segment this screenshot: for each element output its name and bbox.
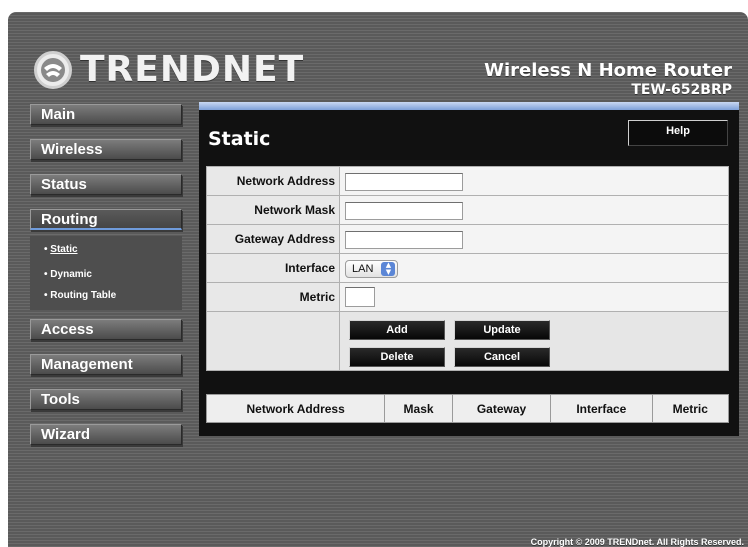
bullet-icon: • — [44, 244, 48, 255]
nav-wizard[interactable]: Wizard — [30, 424, 182, 445]
page-title: Static — [208, 128, 271, 150]
update-button[interactable]: Update — [454, 320, 550, 340]
metric-input[interactable] — [345, 287, 375, 308]
network-mask-input[interactable] — [345, 201, 463, 220]
interface-select[interactable]: LAN ▲ ▼ — [345, 259, 399, 278]
help-button[interactable]: Help — [628, 120, 728, 146]
interface-label: Interface — [206, 253, 340, 283]
column-gateway: Gateway — [451, 394, 552, 423]
copyright-text: Copyright © 2009 TRENDnet. All Rights Re… — [530, 537, 744, 547]
nav-tools[interactable]: Tools — [30, 389, 182, 410]
add-button[interactable]: Add — [349, 320, 445, 340]
form-row-metric: Metric — [206, 282, 729, 312]
bullet-icon: • — [44, 269, 48, 280]
submenu-static[interactable]: • Static — [44, 244, 78, 255]
column-mask: Mask — [384, 394, 453, 423]
trendnet-logo-icon — [34, 51, 72, 89]
column-network-address: Network Address — [205, 394, 386, 423]
routing-submenu: • Static • Dynamic • Routing Table — [30, 236, 182, 310]
product-title: Wireless N Home Router — [484, 60, 732, 81]
interface-select-value: LAN — [352, 262, 374, 275]
cancel-button[interactable]: Cancel — [454, 347, 550, 367]
column-interface: Interface — [550, 394, 653, 423]
nav-access[interactable]: Access — [30, 319, 182, 340]
nav-status[interactable]: Status — [30, 174, 182, 195]
nav-management[interactable]: Management — [30, 354, 182, 375]
form-row-gateway-address: Gateway Address — [206, 224, 729, 254]
static-route-table: Network Address Mask Gateway Interface M… — [205, 394, 729, 423]
static-route-form: Network Address Network Mask Gateway Add… — [206, 166, 729, 371]
brand-logo-text: TRENDNET — [80, 49, 305, 90]
delete-button[interactable]: Delete — [349, 347, 445, 367]
network-address-label: Network Address — [206, 166, 340, 196]
submenu-dynamic[interactable]: • Dynamic — [44, 269, 92, 280]
form-row-network-address: Network Address — [206, 166, 729, 196]
select-stepper-icon: ▲ ▼ — [381, 261, 396, 276]
metric-label: Metric — [206, 282, 340, 312]
product-model: TEW-652BRP — [631, 82, 732, 98]
bullet-icon: • — [44, 290, 48, 301]
content-panel: Static Help Network Address Network Mask… — [199, 102, 739, 436]
nav-wireless[interactable]: Wireless — [30, 139, 182, 160]
form-row-network-mask: Network Mask — [206, 195, 729, 225]
submenu-dynamic-label: Dynamic — [50, 269, 92, 280]
panel-top-bar — [199, 102, 739, 110]
submenu-routing-table-label: Routing Table — [50, 290, 117, 301]
submenu-static-label: Static — [50, 244, 78, 255]
network-mask-label: Network Mask — [206, 195, 340, 225]
column-metric: Metric — [651, 394, 729, 423]
brand-logo: TRENDNET — [34, 48, 304, 92]
submenu-routing-table[interactable]: • Routing Table — [44, 290, 116, 301]
table-header-row: Network Address Mask Gateway Interface M… — [205, 394, 729, 423]
nav-routing[interactable]: Routing — [30, 209, 182, 230]
nav-main[interactable]: Main — [30, 104, 182, 125]
form-row-interface: Interface LAN ▲ ▼ — [206, 253, 729, 283]
gateway-address-input[interactable] — [345, 230, 463, 249]
network-address-input[interactable] — [345, 172, 463, 191]
gateway-address-label: Gateway Address — [206, 224, 340, 254]
